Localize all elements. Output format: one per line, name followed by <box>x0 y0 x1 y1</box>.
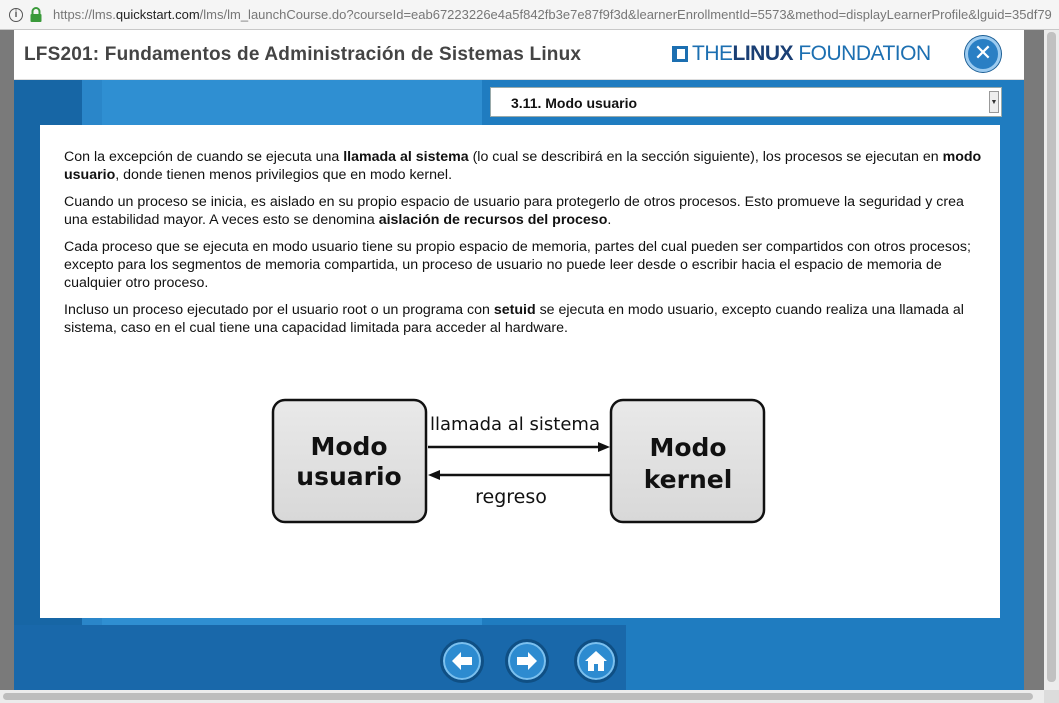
close-course-button[interactable]: ✕ <box>965 36 1001 72</box>
logo-wordmark: THELINUX FOUNDATION <box>692 42 931 65</box>
bold-term: llamada al sistema <box>343 149 469 165</box>
return-label: regreso <box>475 486 547 508</box>
text-run: , donde tienen menos privilegios que en … <box>115 167 453 183</box>
text-run: . <box>607 212 612 228</box>
user-mode-label-2: usuario <box>296 462 401 491</box>
horizontal-scrollbar[interactable] <box>0 690 1044 703</box>
paragraph-1: Con la excepción de cuando se ejecuta un… <box>64 148 984 184</box>
home-button[interactable] <box>574 639 618 683</box>
course-header: LFS201: Fundamentos de Administración de… <box>14 30 1024 80</box>
linux-foundation-mark-icon <box>672 46 688 62</box>
scrollbar-corner <box>1044 690 1059 703</box>
home-icon <box>585 651 607 671</box>
syscall-label: llamada al sistema <box>430 414 600 435</box>
paragraph-2: Cuando un proceso se inicia, es aislado … <box>64 193 984 229</box>
user-mode-label-1: Modo <box>310 432 387 461</box>
text-run: (lo cual se describirá en la sección sig… <box>468 149 943 165</box>
lesson-select-value: 3.11. Modo usuario <box>511 95 638 111</box>
window-frame-right <box>1024 30 1044 692</box>
lesson-select[interactable]: 3.11. Modo usuario ▼ <box>490 87 1002 117</box>
arrow-left-icon <box>452 652 472 670</box>
bold-term: setuid <box>493 302 536 318</box>
lock-icon <box>30 7 42 22</box>
text-run: Con la excepción de cuando se ejecuta un… <box>64 149 344 165</box>
bold-term: aislación de recursos del proceso <box>378 212 608 228</box>
course-title: LFS201: Fundamentos de Administración de… <box>24 44 582 65</box>
forward-button[interactable] <box>505 639 549 683</box>
kernel-mode-label-2: kernel <box>644 465 733 494</box>
browser-address-bar[interactable]: i https://lms.quickstart.com/lms/lm_laun… <box>0 0 1059 30</box>
horizontal-scrollbar-thumb[interactable] <box>3 693 1033 700</box>
back-button[interactable] <box>440 639 484 683</box>
linux-foundation-logo: THELINUX FOUNDATION <box>672 42 931 66</box>
mode-diagram: Modo usuario Modo kernel llamada al sist… <box>271 398 766 524</box>
info-icon[interactable]: i <box>9 8 23 22</box>
text-run: Cada proceso que se ejecuta en modo usua… <box>64 239 971 291</box>
url-text[interactable]: https://lms.quickstart.com/lms/lm_launch… <box>53 7 1053 22</box>
lesson-content: Con la excepción de cuando se ejecuta un… <box>40 125 1000 618</box>
dropdown-arrow-icon[interactable]: ▼ <box>989 91 999 113</box>
window-frame-left <box>0 30 14 692</box>
paragraph-4: Incluso un proceso ejecutado por el usua… <box>64 301 984 337</box>
user-mode-box <box>271 398 428 524</box>
vertical-scrollbar-thumb[interactable] <box>1047 32 1056 682</box>
paragraph-3: Cada proceso que se ejecuta en modo usua… <box>64 238 984 292</box>
kernel-mode-label-1: Modo <box>649 433 726 462</box>
text-run: Incluso un proceso ejecutado por el usua… <box>64 302 494 318</box>
vertical-scrollbar[interactable] <box>1044 30 1059 692</box>
arrow-right-icon <box>517 652 537 670</box>
course-stage: 3.11. Modo usuario ▼ Con la excepción de… <box>14 80 1024 690</box>
